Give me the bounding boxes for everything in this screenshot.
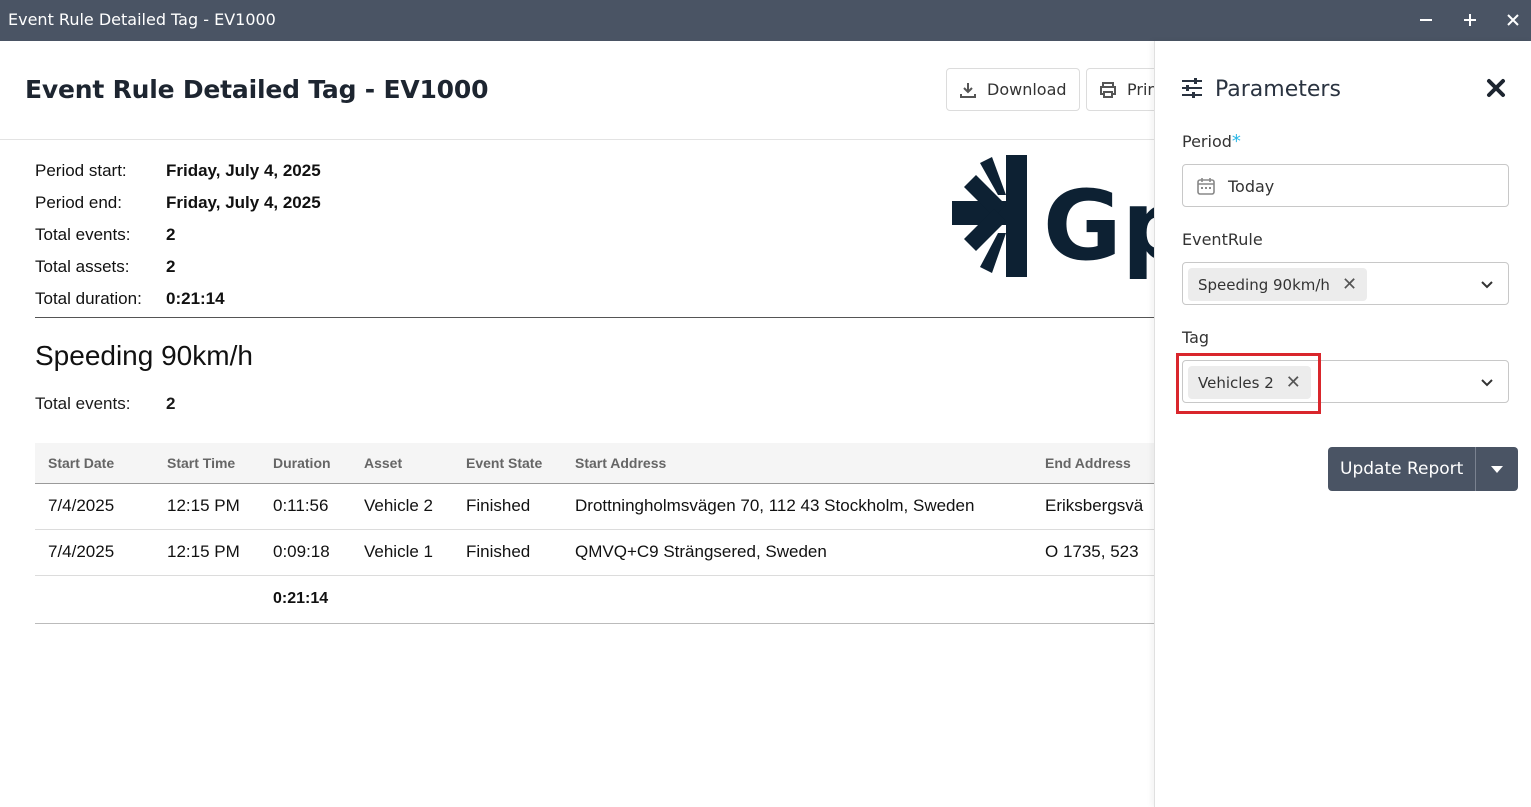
minimize-icon[interactable] (1411, 6, 1441, 34)
total-empty-cell (562, 574, 1032, 624)
column-header[interactable]: Event State (453, 443, 562, 484)
summary-label: Total duration: (35, 289, 142, 308)
summary-value: 0:21:14 (166, 289, 225, 308)
cell-event-state: Finished (453, 483, 562, 530)
total-duration: 0:21:14 (260, 574, 351, 624)
logo-text: Gp (1043, 170, 1154, 279)
eventrule-chip-label: Speeding 90km/h (1198, 275, 1330, 294)
column-header[interactable]: Duration (260, 443, 351, 484)
total-empty-cell (154, 574, 260, 624)
column-header[interactable]: End Address (1032, 443, 1154, 484)
cell-event-state: Finished (453, 529, 562, 576)
cell-start-date: 7/4/2025 (35, 483, 154, 530)
print-label: Prin (1127, 80, 1154, 99)
print-button[interactable]: Prin (1086, 68, 1154, 111)
update-options-button[interactable] (1475, 447, 1519, 491)
report-summary: Period start: Friday, July 4, 2025 Perio… (35, 155, 321, 315)
cell-start-address: Drottningholmsvägen 70, 112 43 Stockholm… (562, 483, 1032, 530)
window-titlebar: Event Rule Detailed Tag - EV1000 (0, 0, 1531, 41)
maximize-icon[interactable] (1455, 6, 1485, 34)
summary-row: Total duration: 0:21:14 (35, 283, 321, 315)
column-header[interactable]: Start Date (35, 443, 154, 484)
remove-chip-icon[interactable]: ✕ (1342, 274, 1357, 295)
cell-start-time: 12:15 PM (154, 483, 260, 530)
print-icon (1100, 81, 1116, 98)
cell-duration: 0:09:18 (260, 529, 351, 576)
chevron-down-icon[interactable] (1480, 376, 1494, 390)
close-window-icon[interactable] (1498, 6, 1528, 34)
download-icon (960, 82, 976, 98)
required-marker: * (1231, 131, 1241, 152)
column-header[interactable]: Start Address (562, 443, 1032, 484)
summary-value: 2 (166, 225, 176, 244)
tag-label: Tag (1182, 328, 1210, 347)
download-button[interactable]: Download (946, 68, 1080, 111)
table-header-row: Start Date Start Time Duration Asset Eve… (35, 443, 1154, 484)
cell-end-address: Eriksbergsvä (1032, 483, 1154, 530)
events-table: Start Date Start Time Duration Asset Eve… (35, 443, 1154, 624)
summary-row: Total events: 2 (35, 219, 321, 251)
tag-chip-highlight (1176, 353, 1321, 414)
period-label: Period* (1182, 131, 1241, 152)
total-empty-cell (453, 574, 562, 624)
column-header[interactable]: Asset (351, 443, 453, 484)
period-label-text: Period (1182, 132, 1232, 151)
download-label: Download (987, 80, 1067, 99)
cell-duration: 0:11:56 (260, 483, 351, 530)
eventrule-chip: Speeding 90km/h ✕ (1188, 268, 1368, 301)
panel-title: Parameters (1215, 77, 1341, 102)
total-empty-cell (351, 574, 453, 624)
section-divider (35, 317, 1154, 318)
total-empty-cell (1032, 574, 1154, 624)
report-header: Event Rule Detailed Tag - EV1000 Downloa… (0, 41, 1154, 140)
summary-label: Period end: (35, 193, 122, 212)
parameters-panel: Parameters Period* Today EventRule Speed… (1154, 41, 1531, 807)
cell-asset: Vehicle 2 (351, 483, 453, 530)
section-total-value: 2 (166, 394, 176, 413)
section-total-events: Total events: 2 (35, 394, 175, 414)
sliders-icon (1181, 77, 1203, 104)
summary-label: Period start: (35, 161, 127, 180)
update-report-group: Update Report (1328, 447, 1519, 491)
table-row: 7/4/2025 12:15 PM 0:09:18 Vehicle 1 Fini… (35, 529, 1154, 576)
summary-value: 2 (166, 257, 176, 276)
caret-down-icon (1491, 466, 1504, 473)
cell-start-time: 12:15 PM (154, 529, 260, 576)
cell-asset: Vehicle 1 (351, 529, 453, 576)
page-title: Event Rule Detailed Tag - EV1000 (25, 75, 489, 104)
calendar-icon (1197, 178, 1215, 195)
summary-label: Total events: (35, 225, 131, 244)
total-empty-cell (35, 574, 154, 624)
window-title: Event Rule Detailed Tag - EV1000 (8, 10, 276, 29)
period-value: Today (1228, 177, 1275, 196)
chevron-down-icon[interactable] (1480, 278, 1494, 292)
company-logo: Gp (950, 155, 1154, 284)
close-panel-icon[interactable] (1485, 77, 1509, 101)
cell-start-address: QMVQ+C9 Strängsered, Sweden (562, 529, 1032, 576)
section-total-label: Total events: (35, 394, 131, 413)
table-row: 7/4/2025 12:15 PM 0:11:56 Vehicle 2 Fini… (35, 483, 1154, 530)
eventrule-select[interactable]: Speeding 90km/h ✕ (1182, 262, 1509, 305)
table-total-row: 0:21:14 (35, 574, 1154, 624)
summary-row: Period end: Friday, July 4, 2025 (35, 187, 321, 219)
cell-end-address: O 1735, 523 (1032, 529, 1154, 576)
summary-row: Total assets: 2 (35, 251, 321, 283)
column-header[interactable]: Start Time (154, 443, 260, 484)
cell-start-date: 7/4/2025 (35, 529, 154, 576)
period-field[interactable]: Today (1182, 164, 1509, 207)
update-report-button[interactable]: Update Report (1328, 447, 1476, 491)
summary-value: Friday, July 4, 2025 (166, 161, 321, 180)
summary-value: Friday, July 4, 2025 (166, 193, 321, 212)
summary-label: Total assets: (35, 257, 130, 276)
summary-row: Period start: Friday, July 4, 2025 (35, 155, 321, 187)
section-title: Speeding 90km/h (35, 340, 253, 371)
report-area: Event Rule Detailed Tag - EV1000 Downloa… (0, 41, 1154, 807)
eventrule-label: EventRule (1182, 230, 1263, 249)
